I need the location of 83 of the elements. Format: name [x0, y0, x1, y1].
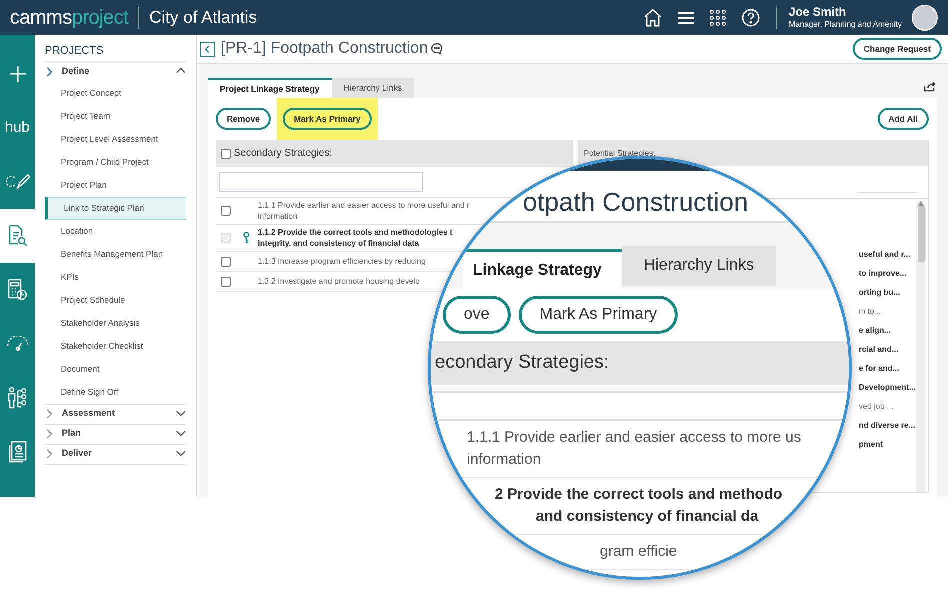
list-header-label: Potential Strategies:	[584, 148, 656, 160]
edit-icon	[6, 173, 30, 191]
strategy-text: orting bu...	[859, 287, 902, 299]
strategy-text: rcial and...	[859, 344, 900, 356]
strategy-text: e for and...	[859, 363, 900, 375]
organization-name: City of Atlantis	[149, 6, 258, 29]
strategy-text: m to ...	[859, 306, 884, 318]
chevron-right-icon	[45, 67, 55, 77]
people-tree-icon	[8, 387, 28, 409]
list-header-label: Secondary Strategies:	[234, 147, 332, 161]
gauge-icon	[6, 336, 30, 352]
calculator-clock-icon	[8, 279, 28, 301]
help-icon[interactable]	[742, 8, 760, 26]
checkbox[interactable]	[221, 148, 231, 158]
strategy-text: Development...	[859, 382, 916, 394]
menu-icon[interactable]	[678, 10, 694, 24]
document-search-icon	[8, 225, 28, 247]
sidebar-item[interactable]: Project Schedule	[45, 288, 186, 312]
strategy-text: 1.1.1 Provide earlier and easier access to more useful and r information	[258, 200, 470, 222]
strategy-text: 1.1.1 Provide earlier and easier access to more us information	[466, 428, 802, 470]
strategy-text: ved job ...	[859, 401, 895, 413]
sidebar-item[interactable]: Project Plan	[45, 174, 186, 196]
strategy-text: 1.1.2 Provide the correct tools and methodologies t integrity, and consistency of financial data	[258, 227, 453, 249]
strategy-text: useful and r...	[859, 249, 912, 261]
group-header[interactable]: Assessment	[45, 404, 186, 424]
hub-label: hub	[4, 118, 30, 138]
strategy-text: gram efficie	[599, 542, 678, 562]
key-icon	[242, 232, 250, 244]
tab[interactable]: Linkage Strategy	[463, 249, 622, 289]
page-title: otpath Construction	[523, 187, 748, 217]
group-header[interactable]: Define	[45, 62, 186, 82]
sidebar-item[interactable]: Document	[45, 358, 186, 380]
strategy-text: e align...	[859, 325, 892, 337]
sidebar-item[interactable]: Stakeholder Checklist	[45, 334, 186, 358]
strategy-text: 2 Provide the correct tools and methodo and consistency of financial da	[494, 485, 784, 527]
strategy-text: 1.3.2 Investigate and promote housing develo	[258, 276, 420, 287]
checkbox[interactable]	[221, 206, 231, 216]
sidebar-item[interactable]: Program / Child Project	[45, 150, 186, 174]
sidebar-item[interactable]: Location	[45, 220, 186, 242]
filter-field[interactable]	[431, 391, 849, 413]
strategy-text: nd diverse re...	[859, 420, 916, 432]
sidebar-item[interactable]: Project Team	[45, 104, 186, 128]
sidebar-item[interactable]: Project Level Assessment	[45, 128, 186, 150]
report-icon	[8, 441, 26, 463]
tab[interactable]: Hierarchy Links	[622, 246, 776, 286]
filter-field[interactable]	[219, 172, 423, 192]
group-header[interactable]: Plan	[45, 424, 186, 444]
list-header-label: econdary Strategies:	[435, 350, 610, 375]
group-header[interactable]: Deliver	[45, 444, 186, 464]
strategy-text: pment	[859, 439, 884, 451]
plus-icon	[8, 65, 26, 83]
toolbar-button[interactable]: Remove	[216, 108, 272, 130]
user-role: Manager, Planning and Amenity	[789, 20, 902, 30]
sidebar-item[interactable]: Link to Strategic Plan	[45, 196, 186, 220]
sidebar-item[interactable]: Stakeholder Analysis	[45, 312, 186, 334]
back-button[interactable]	[200, 42, 215, 56]
sidebar-title: PROJECTS	[45, 43, 186, 62]
sidebar-item[interactable]: Benefits Management Plan	[45, 242, 186, 266]
toolbar-button[interactable]: Mark As Primary	[283, 108, 372, 130]
page-title: [PR-1] Footpath Construction	[221, 39, 428, 59]
tab[interactable]: Hierarchy Links	[332, 78, 414, 98]
user-name: Joe Smith	[789, 5, 848, 20]
toolbar-button[interactable]: ove	[443, 296, 511, 334]
scrollbar[interactable]	[916, 201, 926, 492]
strategy-text: 1.1.3 Increase program efficiencies by reducing	[258, 256, 426, 267]
toolbar-button[interactable]: Mark As Primary	[518, 296, 678, 334]
logo: cammsproject	[10, 6, 128, 30]
checkbox[interactable]	[221, 276, 231, 286]
comment-icon[interactable]	[431, 43, 444, 55]
tab[interactable]: Project Linkage Strategy	[208, 78, 332, 98]
change-request-button[interactable]: Change Request	[852, 38, 942, 60]
sidebar-item[interactable]: Project Concept	[45, 82, 186, 104]
share-icon[interactable]	[924, 81, 937, 92]
avatar[interactable]	[912, 4, 938, 30]
chevron-left-icon	[204, 44, 211, 54]
checkbox[interactable]	[221, 256, 231, 266]
grid-icon[interactable]	[710, 10, 726, 26]
sidebar-item[interactable]: Define Sign Off	[45, 380, 186, 404]
add-all-button[interactable]: Add All	[878, 108, 929, 130]
sidebar-item[interactable]: KPIs	[45, 266, 186, 288]
rail-item[interactable]: hub	[0, 101, 35, 155]
home-icon[interactable]	[644, 8, 662, 26]
strategy-text: to improve...	[859, 268, 908, 280]
